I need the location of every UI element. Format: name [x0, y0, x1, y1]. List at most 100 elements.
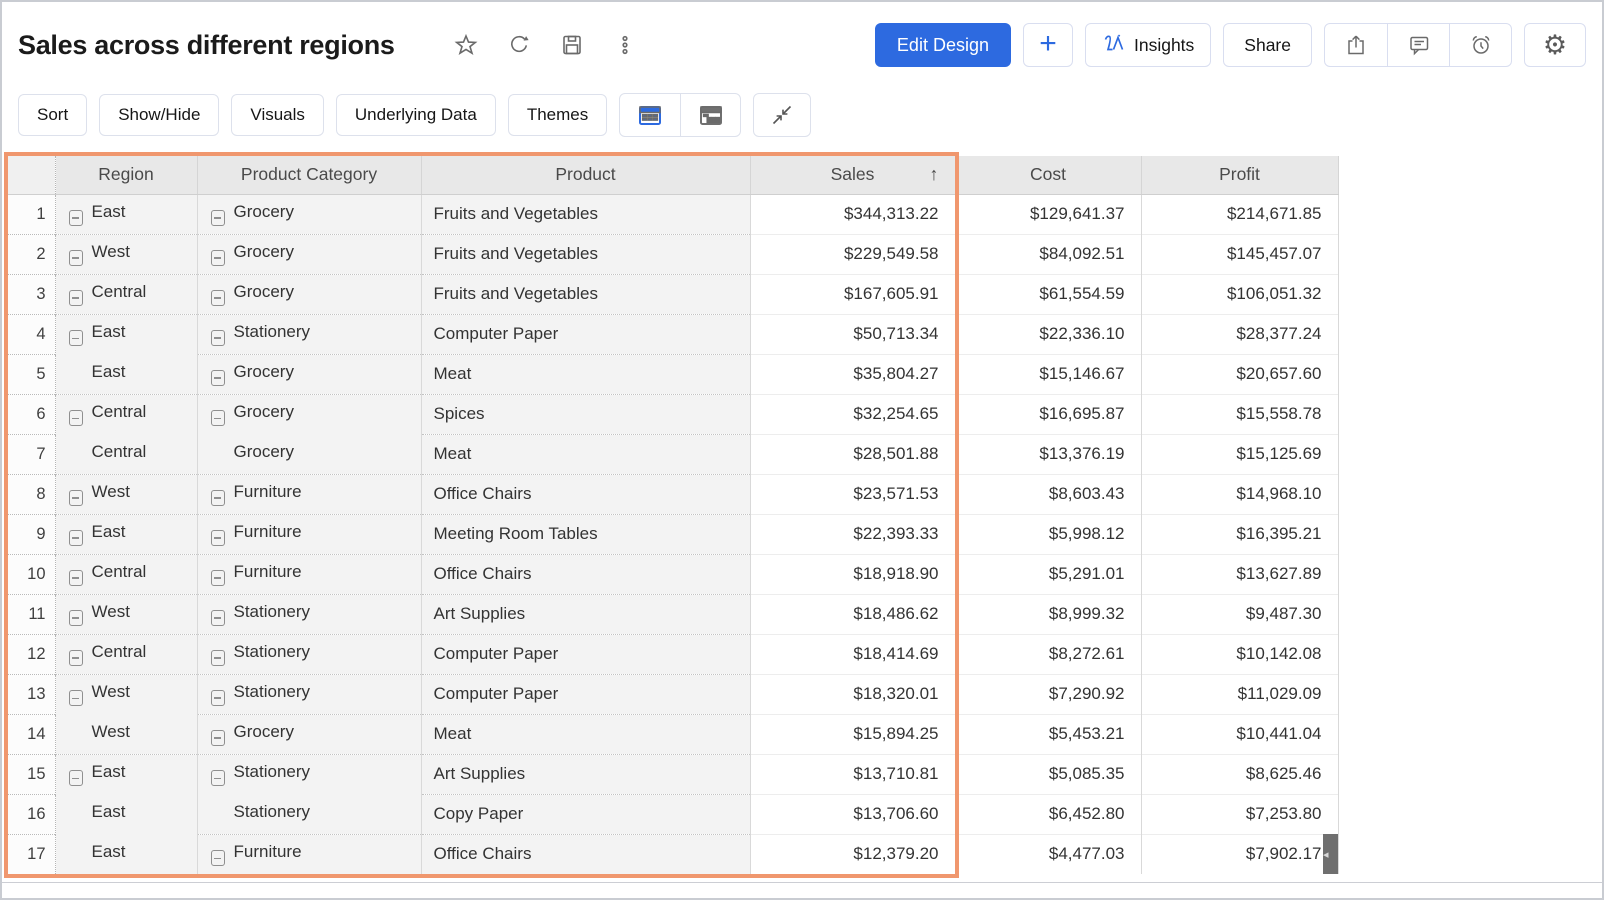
region-cell[interactable]: West [55, 234, 197, 274]
collapse-group-icon[interactable] [211, 410, 225, 426]
cost-cell[interactable]: $7,290.92 [955, 674, 1141, 714]
sales-cell[interactable]: $13,710.81 [750, 754, 955, 794]
settings-gear-icon[interactable]: ⚙ [1524, 23, 1586, 67]
category-cell[interactable]: Stationery [197, 634, 421, 674]
cost-cell[interactable]: $8,272.61 [955, 634, 1141, 674]
cost-cell[interactable]: $13,376.19 [955, 434, 1141, 474]
underlying-data-button[interactable]: Underlying Data [336, 94, 496, 136]
collapse-group-icon[interactable] [69, 210, 83, 226]
profit-cell[interactable]: $13,627.89 [1141, 554, 1338, 594]
row-number-cell[interactable]: 16 [8, 794, 55, 834]
collapse-group-icon[interactable] [211, 610, 225, 626]
region-cell[interactable]: Central [55, 274, 197, 314]
product-cell[interactable]: Computer Paper [421, 674, 750, 714]
sales-cell[interactable]: $12,379.20 [750, 834, 955, 874]
add-button[interactable]: + [1023, 23, 1073, 67]
category-cell[interactable]: Grocery [197, 394, 421, 434]
sales-cell[interactable]: $229,549.58 [750, 234, 955, 274]
sales-cell[interactable]: $167,605.91 [750, 274, 955, 314]
collapse-group-icon[interactable] [211, 730, 225, 746]
row-number-cell[interactable]: 3 [8, 274, 55, 314]
cost-cell[interactable]: $8,999.32 [955, 594, 1141, 634]
collapse-group-icon[interactable] [69, 570, 83, 586]
visuals-button[interactable]: Visuals [231, 94, 324, 136]
cost-cell[interactable]: $84,092.51 [955, 234, 1141, 274]
row-number-cell[interactable]: 10 [8, 554, 55, 594]
collapse-group-icon[interactable] [69, 650, 83, 666]
profit-cell[interactable]: $28,377.24 [1141, 314, 1338, 354]
row-number-cell[interactable]: 1 [8, 194, 55, 234]
row-number-cell[interactable]: 9 [8, 514, 55, 554]
region-cell[interactable]: East [55, 314, 197, 354]
product-cell[interactable]: Computer Paper [421, 314, 750, 354]
cost-cell[interactable]: $16,695.87 [955, 394, 1141, 434]
collapse-group-icon[interactable] [69, 610, 83, 626]
region-cell[interactable]: Central [55, 434, 197, 474]
row-number-cell[interactable]: 2 [8, 234, 55, 274]
cost-cell[interactable]: $5,291.01 [955, 554, 1141, 594]
table-view-icon[interactable] [620, 94, 680, 136]
category-cell[interactable]: Stationery [197, 674, 421, 714]
sort-button[interactable]: Sort [18, 94, 87, 136]
product-cell[interactable]: Art Supplies [421, 594, 750, 634]
category-cell[interactable]: Grocery [197, 714, 421, 754]
category-cell[interactable]: Grocery [197, 354, 421, 394]
column-header-sales[interactable]: Sales ↑ [750, 156, 955, 194]
favorite-star-icon[interactable] [453, 32, 479, 58]
column-header-product[interactable]: Product [421, 156, 750, 194]
row-number-cell[interactable]: 17 [8, 834, 55, 874]
row-number-cell[interactable]: 14 [8, 714, 55, 754]
collapse-group-icon[interactable] [211, 250, 225, 266]
collapse-group-icon[interactable] [211, 690, 225, 706]
sales-cell[interactable]: $344,313.22 [750, 194, 955, 234]
product-cell[interactable]: Fruits and Vegetables [421, 194, 750, 234]
region-cell[interactable]: West [55, 474, 197, 514]
alerts-icon[interactable] [1449, 24, 1511, 66]
product-cell[interactable]: Fruits and Vegetables [421, 274, 750, 314]
collapse-group-icon[interactable] [69, 410, 83, 426]
cost-cell[interactable]: $5,085.35 [955, 754, 1141, 794]
sales-cell[interactable]: $18,486.62 [750, 594, 955, 634]
save-icon[interactable] [559, 32, 585, 58]
category-cell[interactable]: Furniture [197, 474, 421, 514]
sales-cell[interactable]: $32,254.65 [750, 394, 955, 434]
sales-cell[interactable]: $28,501.88 [750, 434, 955, 474]
collapse-group-icon[interactable] [211, 490, 225, 506]
collapse-group-icon[interactable] [69, 690, 83, 706]
row-number-cell[interactable]: 12 [8, 634, 55, 674]
cost-cell[interactable]: $61,554.59 [955, 274, 1141, 314]
category-cell[interactable]: Furniture [197, 834, 421, 874]
collapse-group-icon[interactable] [211, 530, 225, 546]
region-cell[interactable]: East [55, 354, 197, 394]
collapse-group-icon[interactable] [211, 650, 225, 666]
profit-cell[interactable]: $20,657.60 [1141, 354, 1338, 394]
export-icon[interactable] [1325, 24, 1387, 66]
product-cell[interactable]: Computer Paper [421, 634, 750, 674]
collapse-group-icon[interactable] [69, 530, 83, 546]
row-number-cell[interactable]: 4 [8, 314, 55, 354]
sales-cell[interactable]: $18,320.01 [750, 674, 955, 714]
cost-cell[interactable]: $129,641.37 [955, 194, 1141, 234]
product-cell[interactable]: Meat [421, 434, 750, 474]
profit-cell[interactable]: $7,253.80 [1141, 794, 1338, 834]
category-cell[interactable]: Grocery [197, 234, 421, 274]
sales-cell[interactable]: $35,804.27 [750, 354, 955, 394]
region-cell[interactable]: West [55, 674, 197, 714]
product-cell[interactable]: Meeting Room Tables [421, 514, 750, 554]
column-header-region[interactable]: Region [55, 156, 197, 194]
category-cell[interactable]: Stationery [197, 594, 421, 634]
cost-cell[interactable]: $5,998.12 [955, 514, 1141, 554]
region-cell[interactable]: East [55, 834, 197, 874]
product-cell[interactable]: Art Supplies [421, 754, 750, 794]
region-cell[interactable]: West [55, 714, 197, 754]
collapse-group-icon[interactable] [211, 770, 225, 786]
sales-cell[interactable]: $13,706.60 [750, 794, 955, 834]
cost-cell[interactable]: $15,146.67 [955, 354, 1141, 394]
cost-cell[interactable]: $4,477.03 [955, 834, 1141, 874]
product-cell[interactable]: Copy Paper [421, 794, 750, 834]
sales-cell[interactable]: $23,571.53 [750, 474, 955, 514]
category-cell[interactable]: Furniture [197, 554, 421, 594]
sales-cell[interactable]: $50,713.34 [750, 314, 955, 354]
collapse-group-icon[interactable] [211, 850, 225, 866]
sales-cell[interactable]: $18,918.90 [750, 554, 955, 594]
